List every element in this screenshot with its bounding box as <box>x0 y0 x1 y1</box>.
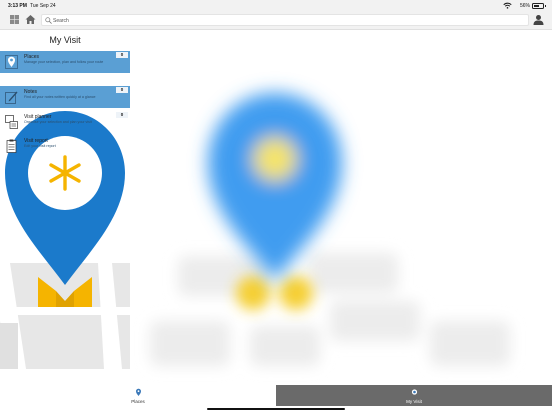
clipboard-icon <box>6 139 17 153</box>
top-toolbar <box>0 11 552 30</box>
battery-icon <box>532 3 546 9</box>
dot-icon <box>411 389 417 395</box>
menu-item-description: Find all your notes written quickly at a… <box>24 95 96 99</box>
status-bar: 3:13 PM Tue Sep 24 56% <box>0 0 552 11</box>
battery-fill <box>534 5 540 7</box>
menu-item-description: Organise your selection and plan your vi… <box>24 120 92 124</box>
status-date: Tue Sep 24 <box>30 3 56 9</box>
search-bar[interactable] <box>41 14 529 26</box>
menu-item-visit-planner[interactable]: Visit planner Organise your selection an… <box>0 111 130 133</box>
menu-item-places[interactable]: Places Manage your selection, plan and f… <box>0 51 130 73</box>
status-time: 3:13 PM <box>8 3 27 9</box>
map-pin-illustration <box>0 111 130 369</box>
count-badge: 0 <box>116 112 128 118</box>
wifi-icon <box>503 2 512 9</box>
menu-item-description: Edit your visit report <box>24 144 56 148</box>
home-icon[interactable] <box>25 14 36 25</box>
grid-icon[interactable] <box>10 15 19 24</box>
menu-item-description: Manage your selection, plan and follow y… <box>24 60 104 64</box>
bottom-tab-bar: Places My Visit <box>0 385 552 406</box>
search-icon <box>45 17 52 24</box>
tab-my-visit[interactable]: My Visit <box>276 385 552 406</box>
tab-label: Places <box>131 399 145 404</box>
home-indicator <box>207 408 345 410</box>
tab-places[interactable]: Places <box>0 385 276 406</box>
panel-title: My Visit <box>49 35 81 45</box>
map-pin-icon <box>5 55 18 69</box>
planner-icon <box>5 115 18 129</box>
main-content-area <box>130 31 552 385</box>
tab-label: My Visit <box>406 399 422 404</box>
loading-pin-illustration <box>150 93 510 366</box>
user-icon[interactable] <box>533 14 544 25</box>
menu-item-visit-report[interactable]: Visit report Edit your visit report <box>0 135 130 157</box>
count-badge: 0 <box>116 87 128 93</box>
battery-percent: 56% <box>519 3 530 9</box>
map-pin-icon <box>136 388 141 396</box>
search-input[interactable] <box>53 16 513 25</box>
count-badge: 0 <box>116 52 128 58</box>
menu-item-notes[interactable]: Notes Find all your notes written quickl… <box>0 86 130 108</box>
pencil-icon <box>5 91 18 104</box>
my-visit-panel: My Visit Places Manage your selection, p… <box>0 31 130 369</box>
